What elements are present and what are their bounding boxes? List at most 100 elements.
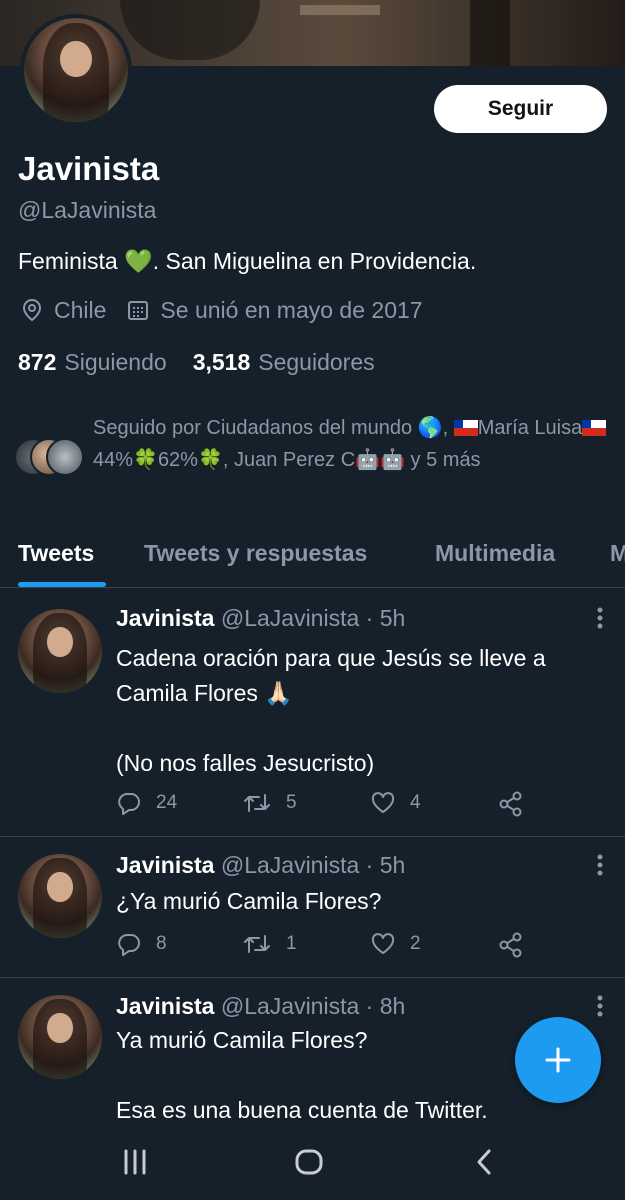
like-button[interactable]: 4 [370, 791, 421, 815]
reply-button[interactable]: 8 [116, 932, 167, 956]
system-nav-bar [0, 1128, 625, 1200]
more-options-icon[interactable] [597, 854, 603, 882]
tweet-time: · 5h [365, 852, 406, 878]
compose-plus-icon [545, 1047, 571, 1073]
tweet-header: Javinista @LaJavinista · 5h [116, 852, 405, 879]
reply-icon [118, 934, 140, 956]
tweet-author-handle: @LaJavinista [220, 993, 360, 1019]
followers-link[interactable]: 3,518 Seguidores [193, 349, 375, 376]
calendar-icon [124, 296, 152, 324]
tweet-avatar[interactable] [18, 995, 102, 1079]
reply-count: 8 [156, 933, 167, 954]
like-count: 4 [410, 792, 421, 813]
tweet-author-handle: @LaJavinista [220, 852, 360, 878]
chile-flag-icon [453, 420, 478, 436]
heart-icon [371, 933, 395, 954]
share-button[interactable] [498, 932, 538, 958]
follow-counts: 872 Siguiendo 3,518 Seguidores [18, 349, 375, 376]
tweet-author-name[interactable]: Javinista [116, 993, 214, 1019]
banner-shape [470, 0, 510, 66]
followed-by-text[interactable]: Seguido por Ciudadanos del mundo 🌎, Marí… [93, 412, 613, 476]
separator: , [442, 417, 454, 439]
more-options-icon[interactable] [597, 607, 603, 635]
followed-by-prefix: Seguido por Ciudadanos del mundo [93, 417, 418, 439]
retweet-button[interactable]: 1 [242, 932, 297, 956]
joined-date: Se unió en mayo de 2017 [160, 296, 423, 323]
tab-media[interactable]: Multimedia [435, 540, 555, 567]
follower-name-part: 62% [157, 449, 198, 471]
profile-tabs: Tweets Tweets y respuestas Multimedia M [0, 530, 625, 588]
share-button[interactable] [498, 791, 538, 817]
tweet-actions: 24 5 4 [116, 791, 536, 821]
retweet-count: 1 [286, 933, 297, 954]
tab-tweets-and-replies[interactable]: Tweets y respuestas [144, 540, 367, 567]
reply-count: 24 [156, 792, 178, 813]
tweet-author-name[interactable]: Javinista [116, 852, 214, 878]
robot-emoji: 🤖 [355, 449, 381, 471]
tweet-header: Javinista @LaJavinista · 5h [116, 605, 405, 632]
avatar-face [60, 40, 92, 78]
home-icon[interactable] [294, 1148, 324, 1181]
avatar-face [47, 627, 73, 657]
avatar-face [47, 1013, 73, 1043]
more-options-icon[interactable] [597, 995, 603, 1023]
compose-tweet-button[interactable] [515, 1017, 601, 1103]
follow-button[interactable]: Seguir [434, 85, 607, 133]
tweet-avatar[interactable] [18, 609, 102, 693]
tweet-time: · 8h [365, 993, 406, 1019]
follower-name: , Juan Perez C [222, 449, 356, 471]
tab-likes[interactable]: M [610, 540, 625, 567]
clover-emoji: 🍀 [197, 449, 223, 471]
followed-by-suffix: y 5 más [404, 449, 481, 471]
following-label: Siguiendo [64, 349, 167, 375]
share-icon [499, 932, 522, 958]
globe-emoji: 🌎 [417, 417, 443, 439]
following-count: 872 [18, 349, 57, 375]
tweet-header: Javinista @LaJavinista · 8h [116, 993, 405, 1020]
mutual-followers-avatars[interactable] [14, 438, 86, 478]
tweet[interactable]: Javinista @LaJavinista · 5h ¿Ya murió Ca… [0, 838, 625, 978]
avatar-face [47, 872, 73, 902]
bio-text: Feminista [18, 248, 125, 274]
follower-name-part: 44% [93, 449, 134, 471]
back-icon[interactable] [474, 1148, 494, 1181]
chile-flag-icon [582, 420, 607, 436]
bio-text: . San Miguelina en Providencia. [152, 248, 477, 274]
active-tab-indicator [18, 582, 106, 587]
tweet-actions: 8 1 2 [116, 932, 536, 962]
share-icon [499, 791, 522, 817]
location-pin-icon [18, 296, 46, 324]
like-count: 2 [410, 933, 421, 954]
profile-bio: Feminista 💚. San Miguelina en Providenci… [18, 248, 476, 275]
tweet-line [116, 711, 611, 746]
location-text: Chile [54, 296, 107, 323]
tweet-author-handle: @LaJavinista [220, 605, 360, 631]
profile-display-name: Javinista [18, 150, 160, 187]
following-link[interactable]: 872 Siguiendo [18, 349, 167, 376]
tweet[interactable]: Javinista @LaJavinista · 5h Cadena oraci… [0, 589, 625, 837]
banner-shape [300, 5, 380, 15]
profile-meta: Chile Se unió en mayo de 2017 [18, 296, 423, 324]
tweet-line: Cadena oración para que Jesús se lleve a [116, 645, 546, 671]
profile-avatar[interactable] [20, 14, 132, 126]
banner-shape [120, 0, 260, 60]
like-button[interactable]: 2 [370, 932, 421, 956]
tab-tweets[interactable]: Tweets [18, 540, 94, 567]
robot-emoji: 🤖 [380, 449, 405, 471]
green-heart-emoji: 💚 [124, 248, 153, 274]
tweet-time: · 5h [365, 605, 406, 631]
recent-apps-icon[interactable] [122, 1148, 148, 1181]
profile-handle: @LaJavinista [18, 197, 157, 223]
tweet-text: Cadena oración para que Jesús se lleve a… [116, 641, 611, 781]
retweet-button[interactable]: 5 [242, 791, 297, 815]
avatar [46, 438, 84, 476]
tweet-line: Esa es una buena cuenta de Twitter. [116, 1097, 488, 1123]
follower-name: María Luisa [477, 417, 583, 439]
retweet-count: 5 [286, 792, 297, 813]
tweet-text: ¿Ya murió Camila Flores? [116, 884, 611, 919]
tweet-author-name[interactable]: Javinista [116, 605, 214, 631]
reply-button[interactable]: 24 [116, 791, 177, 815]
reply-icon [118, 793, 140, 815]
retweet-icon [244, 935, 270, 953]
tweet-avatar[interactable] [18, 854, 102, 938]
